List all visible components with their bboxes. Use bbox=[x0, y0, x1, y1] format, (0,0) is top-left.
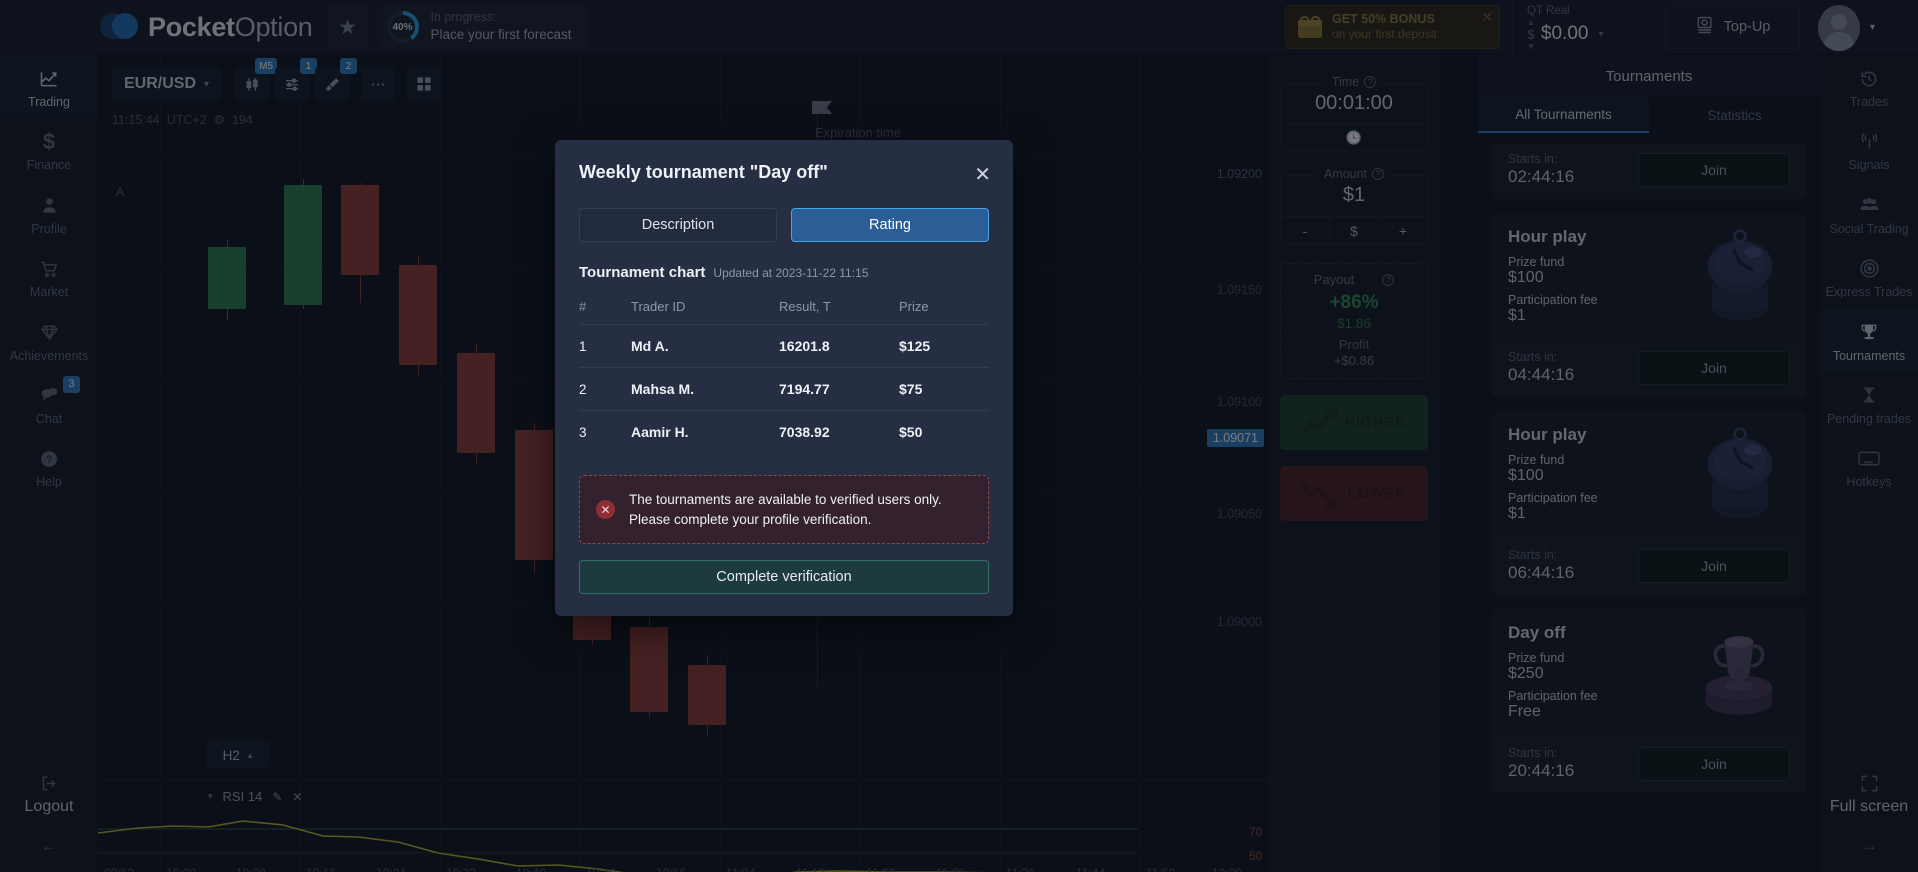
table-row: 3 Aamir H. 7038.92 $50 bbox=[579, 410, 989, 453]
alert-line-1: The tournaments are available to verifie… bbox=[629, 492, 942, 507]
column-trader-id: Trader ID bbox=[631, 299, 686, 314]
trader-cell: Mahsa M. bbox=[631, 367, 779, 411]
alert-line-2: Please complete your profile verificatio… bbox=[629, 511, 872, 527]
trader-cell: Aamir H. bbox=[631, 410, 779, 453]
section-title: Tournament chart bbox=[579, 264, 706, 281]
result-cell: 7038.92 bbox=[779, 410, 899, 453]
rank-cell: 2 bbox=[579, 367, 631, 411]
prize-cell: $125 bbox=[899, 324, 989, 368]
table-row: 2 Mahsa M. 7194.77 $75 bbox=[579, 367, 989, 411]
prize-cell: $75 bbox=[899, 367, 989, 411]
app-root: PocketOption ★ 40% In progress: Place yo… bbox=[0, 0, 1918, 872]
updated-at: Updated at 2023-11-22 11:15 bbox=[713, 266, 869, 280]
modal-tabs: Description Rating bbox=[579, 208, 989, 242]
rank-cell: 3 bbox=[579, 410, 631, 453]
modal-title: Weekly tournament "Day off" bbox=[579, 162, 828, 182]
column-rank: # bbox=[579, 299, 587, 314]
rank-cell: 1 bbox=[579, 324, 631, 368]
table-header-row: # Trader ID Result, T Prize bbox=[579, 293, 989, 325]
error-circle-icon: ✕ bbox=[596, 500, 615, 520]
tournament-chart-header: Tournament chart Updated at 2023-11-22 1… bbox=[579, 264, 989, 281]
trader-cell: Md A. bbox=[631, 324, 779, 368]
column-prize: Prize bbox=[899, 299, 929, 314]
verification-alert: ✕ The tournaments are available to verif… bbox=[579, 475, 989, 545]
close-icon[interactable]: ✕ bbox=[974, 162, 991, 187]
tab-description[interactable]: Description bbox=[579, 208, 777, 242]
column-result: Result, T bbox=[779, 299, 831, 314]
prize-cell: $50 bbox=[899, 410, 989, 453]
complete-verification-button[interactable]: Complete verification bbox=[579, 560, 989, 595]
table-row: 1 Md A. 16201.8 $125 bbox=[579, 324, 989, 368]
result-cell: 7194.77 bbox=[779, 367, 899, 411]
tab-rating[interactable]: Rating bbox=[791, 208, 989, 242]
tournament-modal: Weekly tournament "Day off" ✕ Descriptio… bbox=[555, 140, 1013, 617]
rating-table: # Trader ID Result, T Prize 1 Md A. 1620… bbox=[579, 293, 989, 453]
result-cell: 16201.8 bbox=[779, 324, 899, 368]
